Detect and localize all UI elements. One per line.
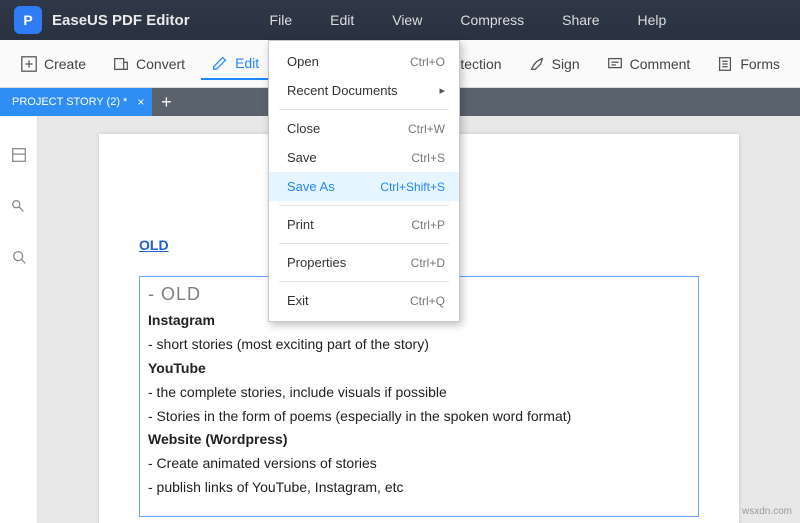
create-button[interactable]: Create [10,49,96,79]
pencil-icon [211,54,229,72]
menu-open-shortcut: Ctrl+O [410,55,445,69]
menu-save[interactable]: Save Ctrl+S [269,143,459,172]
menubar: P EaseUS PDF Editor File Edit View Compr… [0,0,800,40]
menu-file[interactable]: File [270,12,293,28]
pen-icon [528,55,546,73]
edit-label: Edit [235,55,259,71]
sign-label: Sign [552,56,580,72]
comment-icon [606,55,624,73]
menu-exit[interactable]: Exit Ctrl+Q [269,286,459,315]
menu-print[interactable]: Print Ctrl+P [269,210,459,239]
menu-open[interactable]: Open Ctrl+O [269,47,459,76]
separator [279,281,449,282]
menu-saveas-shortcut: Ctrl+Shift+S [380,180,445,194]
edit-button[interactable]: Edit [201,48,269,80]
menu-save-shortcut: Ctrl+S [411,151,445,165]
doc-line-8: - publish links of YouTube, Instagram, e… [148,476,690,500]
menu-help[interactable]: Help [637,12,666,28]
separator [279,243,449,244]
menu-close[interactable]: Close Ctrl+W [269,114,459,143]
separator [279,205,449,206]
forms-button[interactable]: Forms [706,49,790,79]
create-label: Create [44,56,86,72]
doc-line-5: - Stories in the form of poems (especial… [148,405,690,429]
plus-icon: + [161,92,172,113]
separator [279,109,449,110]
forms-label: Forms [740,56,780,72]
document-tab[interactable]: PROJECT STORY (2) * × [0,88,152,116]
doc-line-4: - the complete stories, include visuals … [148,381,690,405]
menu-compress[interactable]: Compress [460,12,524,28]
doc-line-youtube: YouTube [148,360,206,376]
app-title: EaseUS PDF Editor [52,12,190,29]
sign-button[interactable]: Sign [518,49,590,79]
menu-properties-label: Properties [287,255,346,270]
app-logo: P [14,6,42,34]
doc-line-2: - short stories (most exciting part of t… [148,333,690,357]
convert-label: Convert [136,56,185,72]
doc-line-website: Website (Wordpress) [148,431,288,447]
close-tab-icon[interactable]: × [137,95,144,109]
menu-recent-documents[interactable]: Recent Documents ▸ [269,76,459,105]
watermark: wsxdn.com [742,506,792,517]
menu-exit-shortcut: Ctrl+Q [410,294,445,308]
menu-save-as[interactable]: Save As Ctrl+Shift+S [269,172,459,201]
doc-line-7: - Create animated versions of stories [148,452,690,476]
plus-box-icon [20,55,38,73]
menu-print-shortcut: Ctrl+P [411,218,445,232]
menu-open-label: Open [287,54,319,69]
old-link[interactable]: OLD [139,234,169,258]
comment-button[interactable]: Comment [596,49,701,79]
thumbnails-icon[interactable] [10,146,28,169]
menu-properties[interactable]: Properties Ctrl+D [269,248,459,277]
menu-close-label: Close [287,121,320,136]
convert-icon [112,55,130,73]
bookmark-icon[interactable] [10,197,28,220]
menu-edit[interactable]: Edit [330,12,354,28]
menu-saveas-label: Save As [287,179,335,194]
menu-items: File Edit View Compress Share Help [270,12,667,28]
menu-exit-label: Exit [287,293,309,308]
menu-view[interactable]: View [392,12,422,28]
convert-button[interactable]: Convert [102,49,195,79]
new-tab-button[interactable]: + [152,88,180,116]
submenu-arrow-icon: ▸ [439,84,445,97]
menu-save-label: Save [287,150,317,165]
search-icon[interactable] [10,248,28,271]
menu-close-shortcut: Ctrl+W [408,122,445,136]
logo-letter: P [23,12,32,28]
sidebar [0,116,38,523]
comment-label: Comment [630,56,691,72]
menu-recent-label: Recent Documents [287,83,398,98]
menu-print-label: Print [287,217,314,232]
menu-share[interactable]: Share [562,12,599,28]
doc-line-instagram: Instagram [148,312,215,328]
forms-icon [716,55,734,73]
file-dropdown: Open Ctrl+O Recent Documents ▸ Close Ctr… [268,40,460,322]
menu-properties-shortcut: Ctrl+D [411,256,445,270]
document-tab-title: PROJECT STORY (2) * [12,96,127,108]
